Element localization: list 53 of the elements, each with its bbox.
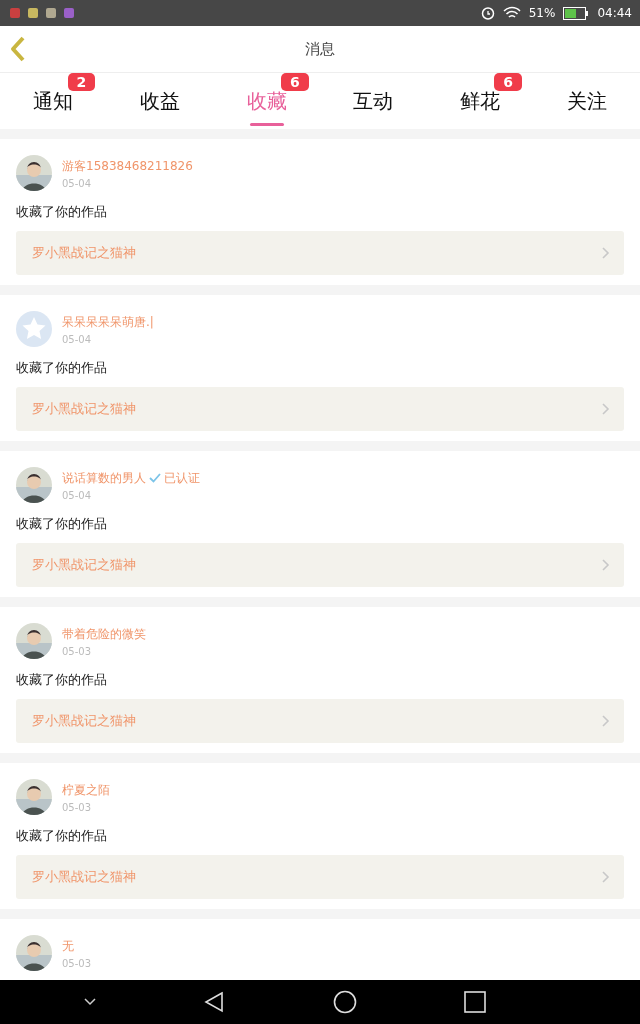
- work-link[interactable]: 罗小黑战记之猫神: [16, 231, 624, 275]
- date: 05-04: [62, 333, 93, 345]
- user-name: 带着危险的微笑: [62, 625, 146, 643]
- user-name: 呆呆呆呆呆萌唐.|: [62, 313, 154, 331]
- tab[interactable]: 收藏 6: [213, 73, 320, 129]
- tab[interactable]: 收益: [106, 73, 214, 129]
- chevron-right-icon: [602, 871, 610, 883]
- date: 05-04: [62, 177, 93, 189]
- back-icon[interactable]: [203, 991, 226, 1013]
- user-name: 无: [62, 937, 74, 955]
- tab[interactable]: 鲜花 6: [426, 73, 534, 129]
- chevron-right-icon: [602, 559, 610, 571]
- wifi-icon: [502, 6, 521, 20]
- count-badge: 6: [494, 73, 522, 91]
- count-badge: 2: [67, 73, 96, 91]
- date: 05-03: [62, 801, 93, 813]
- clock: 04:44: [597, 6, 632, 20]
- work-link[interactable]: 罗小黑战记之猫神: [16, 699, 624, 743]
- alarm-icon: [480, 6, 495, 20]
- chevron-right-icon: [602, 715, 610, 727]
- user-name: 柠夏之陌: [62, 781, 110, 799]
- action-text: 收藏了你的作品: [16, 827, 108, 845]
- work-link[interactable]: 罗小黑战记之猫神: [16, 543, 624, 587]
- page-title: 消息: [305, 39, 335, 59]
- chevron-right-icon: [602, 247, 610, 259]
- tab[interactable]: 关注: [533, 73, 640, 129]
- chevron-down-icon[interactable]: [83, 998, 96, 1006]
- user-name: 游客15838468211826: [62, 157, 193, 175]
- date: 05-03: [62, 957, 92, 969]
- action-text: 收藏了你的作品: [16, 203, 108, 221]
- battery-percent: 51%: [528, 6, 556, 20]
- work-title: 罗小黑战记之猫神: [32, 868, 136, 886]
- date: 05-04: [62, 489, 93, 501]
- work-title: 罗小黑战记之猫神: [32, 556, 136, 574]
- work-link[interactable]: 罗小黑战记之猫神: [16, 387, 624, 431]
- tab[interactable]: 通知 2: [0, 73, 107, 129]
- work-title: 罗小黑战记之猫神: [32, 400, 136, 418]
- date: 05-03: [62, 645, 93, 657]
- work-title: 罗小黑战记之猫神: [32, 244, 136, 262]
- action-text: 收藏了你的作品: [16, 359, 108, 377]
- home-icon[interactable]: [332, 990, 357, 1014]
- work-link[interactable]: 罗小黑战记之猫神: [16, 855, 624, 899]
- default-avatar-icon: [16, 311, 52, 347]
- work-title: 罗小黑战记之猫神: [32, 712, 136, 730]
- user-name: 说话算数的男人: [62, 469, 146, 487]
- chevron-right-icon: [602, 403, 610, 415]
- tab[interactable]: 互动: [320, 73, 427, 129]
- action-text: 收藏了你的作品: [16, 671, 108, 689]
- action-text: 收藏了你的作品: [16, 515, 108, 533]
- battery-icon: [563, 6, 590, 20]
- count-badge: 6: [280, 73, 309, 91]
- recents-icon[interactable]: [464, 991, 487, 1013]
- verified-label: 已认证: [164, 469, 200, 487]
